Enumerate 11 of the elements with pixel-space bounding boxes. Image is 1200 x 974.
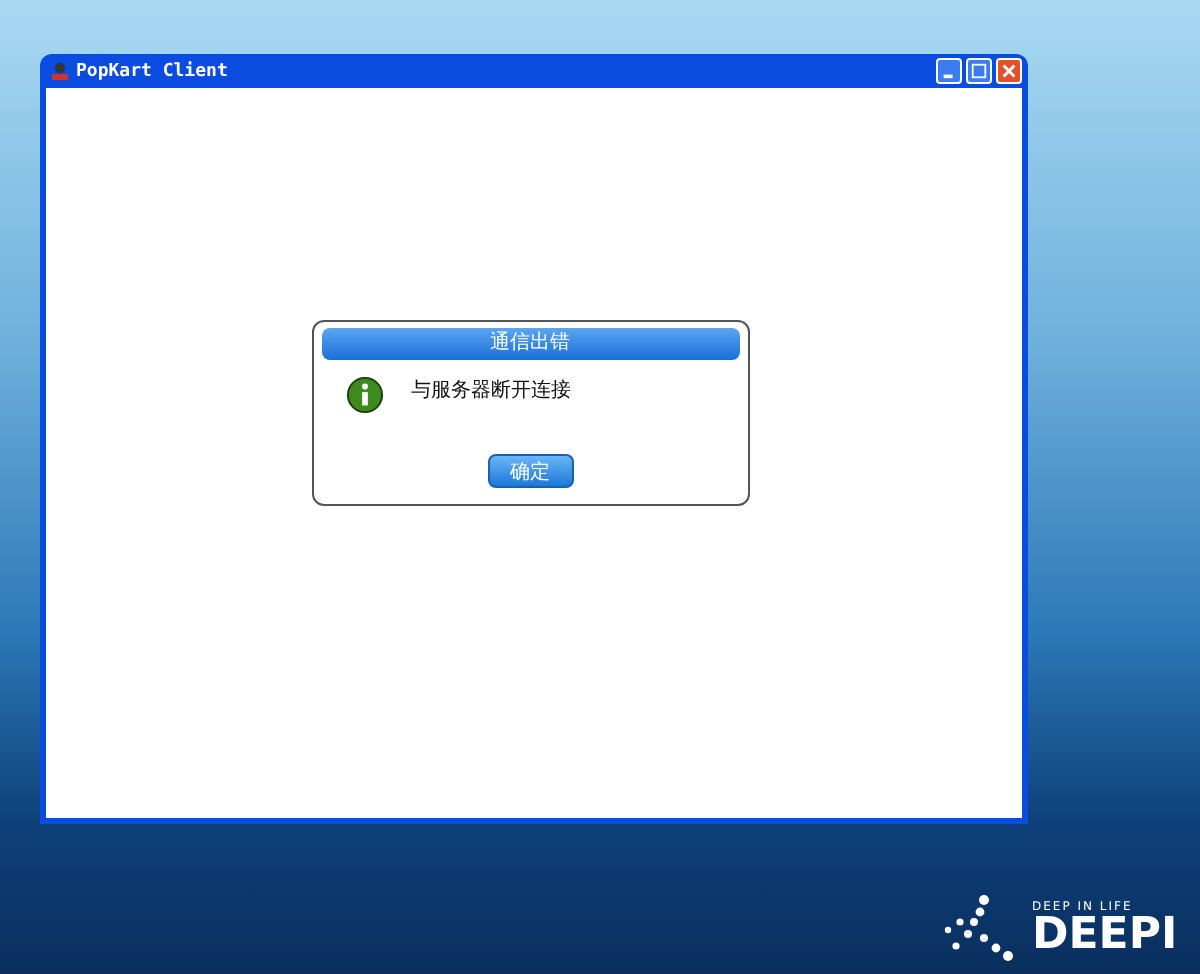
close-icon: [1000, 62, 1018, 80]
logo-wordmark: DEEPI: [1032, 913, 1178, 957]
maximize-button[interactable]: [966, 58, 992, 84]
maximize-icon: [970, 62, 988, 80]
dialog-message: 与服务器断开连接: [411, 377, 571, 404]
close-button[interactable]: [996, 58, 1022, 84]
info-icon: [345, 376, 383, 414]
minimize-button[interactable]: [936, 58, 962, 84]
window-title: PopKart Client: [76, 61, 228, 81]
dialog-title: 通信出错: [321, 328, 739, 360]
ok-button[interactable]: 确定: [487, 454, 573, 488]
